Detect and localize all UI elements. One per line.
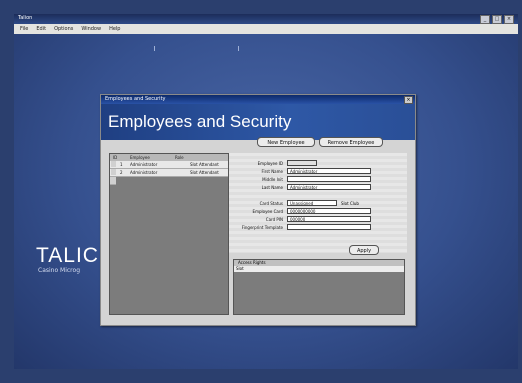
menu-edit[interactable]: Edit xyxy=(36,24,46,34)
row-role: Slot Attendant xyxy=(190,162,219,167)
card-status-extra: Slot Club xyxy=(341,201,359,206)
app-title: Talion xyxy=(18,15,33,21)
company-logo: TALIC xyxy=(36,244,99,267)
column-header-id[interactable]: ID xyxy=(110,154,127,161)
table-row[interactable]: 1 Administrator Slot Attendant xyxy=(110,161,228,169)
label-card-pin: Card PIN xyxy=(265,217,283,222)
menu-bar: File Edit Options Window Help xyxy=(14,24,518,34)
close-button[interactable]: × xyxy=(504,15,514,24)
dialog-titlebar[interactable]: Employees and Security × xyxy=(101,95,415,104)
row-id: 2 xyxy=(120,170,123,175)
row-selector[interactable] xyxy=(111,161,116,167)
banner-title: Employees and Security xyxy=(108,112,292,131)
dialog-title: Employees and Security xyxy=(105,96,166,102)
card-status-field[interactable]: Unassigned xyxy=(287,200,337,206)
new-row-marker[interactable] xyxy=(110,177,116,185)
row-employee: Administrator xyxy=(130,170,158,175)
row-id: 1 xyxy=(120,162,123,167)
first-name-field[interactable]: Administrator xyxy=(287,168,371,174)
table-row[interactable]: 2 Administrator Slot Attendant xyxy=(110,169,228,177)
menu-file[interactable]: File xyxy=(20,24,28,34)
middle-init-field[interactable] xyxy=(287,176,371,182)
remove-employee-button[interactable]: Remove Employee xyxy=(319,137,383,147)
row-selector[interactable] xyxy=(111,169,116,175)
card-pin-field[interactable]: 000000 xyxy=(287,216,371,222)
label-employee-card: Employee Card xyxy=(252,209,283,214)
apply-button[interactable]: Apply xyxy=(349,245,379,255)
dialog-banner: Employees and Security xyxy=(101,104,415,140)
employee-card-field[interactable]: 0000000000 xyxy=(287,208,371,214)
app-titlebar: Talion _ □ × xyxy=(14,14,518,24)
employee-form: Employee ID First Name Administrator Mid… xyxy=(229,153,407,253)
column-header-role[interactable]: Role xyxy=(172,154,184,161)
employees-dialog: Employees and Security × Employees and S… xyxy=(100,94,416,326)
menu-help[interactable]: Help xyxy=(109,24,120,34)
minimize-button[interactable]: _ xyxy=(480,15,490,24)
row-role: Slot Attendant xyxy=(190,170,219,175)
access-rights-row[interactable]: Slot xyxy=(234,266,404,272)
new-employee-button[interactable]: New Employee xyxy=(257,137,315,147)
company-logo-subtitle: Casino Microg xyxy=(38,267,80,274)
row-employee: Administrator xyxy=(130,162,158,167)
desktop-mark xyxy=(154,46,155,51)
last-name-field[interactable]: Administrator xyxy=(287,184,371,190)
label-first-name: First Name xyxy=(261,169,284,174)
maximize-button[interactable]: □ xyxy=(492,15,502,24)
desktop-mark xyxy=(238,46,239,51)
label-fingerprint: Fingerprint Template xyxy=(241,225,283,230)
menu-window[interactable]: Window xyxy=(81,24,101,34)
employee-id-field[interactable] xyxy=(287,160,317,166)
label-employee-id: Employee ID xyxy=(257,161,283,166)
employee-list[interactable]: ID Employee Role 1 Administrator Slot At… xyxy=(109,153,229,315)
fingerprint-field[interactable] xyxy=(287,224,371,230)
menu-options[interactable]: Options xyxy=(54,24,73,34)
window-controls: _ □ × xyxy=(480,15,514,24)
dialog-close-button[interactable]: × xyxy=(404,96,413,104)
list-header: ID Employee Role xyxy=(110,154,228,161)
access-rights-grid[interactable]: Access Rights Slot xyxy=(233,259,405,315)
label-card-status: Card Status xyxy=(259,201,283,206)
label-last-name: Last Name xyxy=(261,185,283,190)
label-middle-init: Middle Init xyxy=(262,177,283,182)
column-header-employee[interactable]: Employee xyxy=(127,154,172,161)
